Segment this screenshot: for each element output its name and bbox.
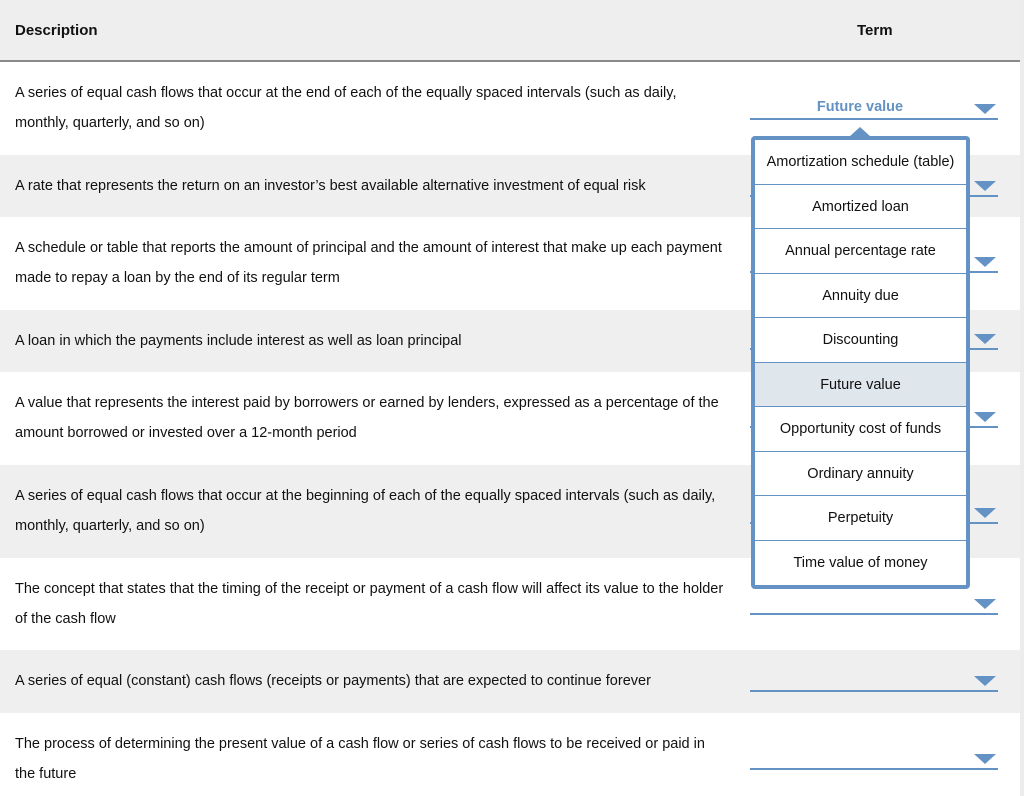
term-select[interactable] bbox=[750, 748, 998, 770]
row-description: A rate that represents the return on an … bbox=[15, 178, 646, 194]
chevron-down-icon bbox=[974, 412, 996, 422]
row-description: A schedule or table that reports the amo… bbox=[15, 240, 722, 286]
selected-value: Future value bbox=[816, 99, 904, 115]
menu-option[interactable]: Amortized loan bbox=[755, 185, 966, 229]
row-description: A series of equal cash flows that occur … bbox=[15, 488, 716, 534]
chevron-down-icon bbox=[974, 599, 996, 609]
menu-option-highlighted[interactable]: Future value bbox=[755, 362, 966, 407]
chevron-down-icon bbox=[974, 181, 996, 191]
chevron-down-icon bbox=[974, 676, 996, 686]
table-row: A series of equal (constant) cash flows … bbox=[0, 650, 1020, 713]
menu-option[interactable]: Amortization schedule (table) bbox=[755, 140, 966, 185]
menu-option[interactable]: Time value of money bbox=[755, 541, 966, 586]
menu-option[interactable]: Opportunity cost of funds bbox=[755, 407, 966, 452]
scrollbar-track[interactable] bbox=[1020, 0, 1024, 796]
row-description: A series of equal cash flows that occur … bbox=[15, 85, 677, 131]
chevron-down-icon bbox=[974, 508, 996, 518]
table-header: Description Term bbox=[0, 0, 1020, 62]
menu-pointer-icon bbox=[849, 127, 871, 137]
row-description: The concept that states that the timing … bbox=[15, 581, 724, 627]
menu-option[interactable]: Perpetuity bbox=[755, 496, 966, 541]
term-select[interactable]: Future value bbox=[750, 98, 998, 120]
term-select[interactable] bbox=[750, 593, 998, 615]
row-description: The process of determining the present v… bbox=[15, 736, 705, 782]
menu-option[interactable]: Annual percentage rate bbox=[755, 229, 966, 274]
menu-option[interactable]: Discounting bbox=[755, 318, 966, 363]
term-dropdown-menu: Amortization schedule (table) Amortized … bbox=[751, 127, 970, 589]
menu-option[interactable]: Annuity due bbox=[755, 274, 966, 318]
row-description: A loan in which the payments include int… bbox=[15, 333, 462, 349]
term-select[interactable] bbox=[750, 670, 998, 692]
chevron-down-icon bbox=[974, 334, 996, 344]
chevron-down-icon bbox=[974, 104, 996, 114]
header-term: Term bbox=[857, 22, 893, 39]
table-row: The process of determining the present v… bbox=[0, 713, 1020, 796]
row-description: A value that represents the interest pai… bbox=[15, 395, 719, 441]
row-description: A series of equal (constant) cash flows … bbox=[15, 673, 651, 689]
chevron-down-icon bbox=[974, 754, 996, 764]
menu-option[interactable]: Ordinary annuity bbox=[755, 452, 966, 496]
header-description: Description bbox=[15, 22, 98, 39]
chevron-down-icon bbox=[974, 257, 996, 267]
